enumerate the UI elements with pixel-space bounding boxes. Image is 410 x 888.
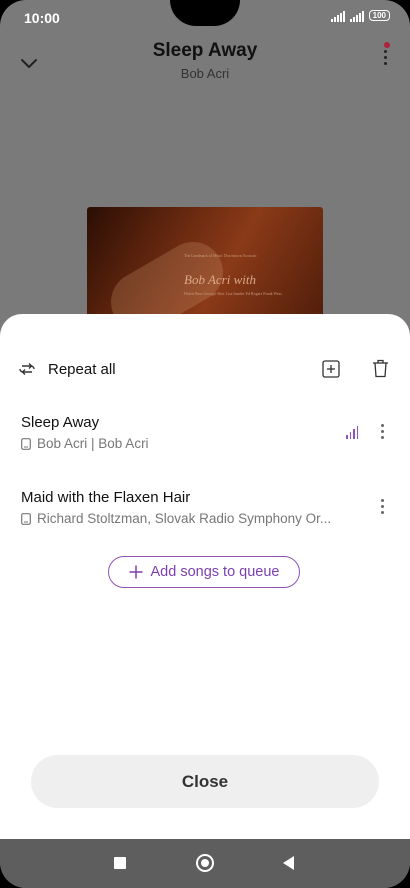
add-songs-button[interactable]: Add songs to queue (108, 556, 300, 588)
more-vertical-icon[interactable] (378, 50, 392, 76)
queue-item[interactable]: Maid with the Flaxen Hair Richard Stoltz… (0, 489, 410, 541)
album-art-text: The Landmark of Music Downtown Acoustic (184, 253, 257, 258)
device-icon (21, 437, 31, 450)
screen: 10:00 100 Sleep Away Bob Acri The Landma… (0, 0, 410, 888)
signal-icon (330, 11, 345, 22)
queue-item-subtitle: Bob Acri | Bob Acri (37, 436, 149, 451)
more-vertical-icon[interactable] (376, 424, 388, 440)
device-icon (21, 512, 31, 525)
close-button[interactable]: Close (31, 755, 379, 808)
repeat-icon[interactable] (18, 360, 36, 378)
queue-item-subtitle: Richard Stoltzman, Slovak Radio Symphony… (37, 511, 332, 526)
plus-icon (129, 565, 142, 579)
system-nav-bar (0, 839, 410, 888)
signal-icon (349, 11, 364, 22)
back-icon[interactable] (283, 856, 294, 870)
camera-notch (170, 0, 240, 26)
queue-sheet: Repeat all Sleep Away Bob Acri | Bob Acr… (0, 314, 410, 839)
queue-item-title: Sleep Away (21, 414, 100, 431)
album-art-credits: Hulett Bass Georgie Rest Lisa Sander Ed … (184, 291, 282, 296)
more-vertical-icon[interactable] (376, 499, 388, 515)
queue-toolbar: Repeat all (0, 354, 410, 386)
artist-header: Bob Acri (180, 66, 230, 81)
queue-item[interactable]: Sleep Away Bob Acri | Bob Acri (0, 414, 410, 466)
add-to-playlist-icon[interactable] (322, 360, 340, 378)
recents-icon[interactable] (114, 857, 126, 869)
battery-icon: 100 (368, 10, 390, 21)
clock: 10:00 (24, 10, 60, 26)
equalizer-icon (346, 426, 358, 439)
album-art-artist: Bob Acri with (184, 272, 256, 287)
queue-item-subtitle-row: Richard Stoltzman, Slovak Radio Symphony… (21, 511, 331, 526)
status-icons: 100 (330, 10, 390, 22)
queue-item-title: Maid with the Flaxen Hair (21, 489, 191, 506)
add-songs-label: Add songs to queue (150, 564, 280, 580)
song-title-header: Sleep Away (152, 40, 258, 61)
repeat-mode-label[interactable]: Repeat all (48, 361, 116, 378)
player-header: Sleep Away Bob Acri (0, 36, 410, 96)
status-bar: 10:00 100 (0, 0, 410, 36)
queue-item-subtitle-row: Bob Acri | Bob Acri (21, 436, 149, 451)
notification-dot (384, 42, 390, 48)
home-icon[interactable] (196, 854, 214, 872)
trash-icon[interactable] (372, 359, 389, 378)
